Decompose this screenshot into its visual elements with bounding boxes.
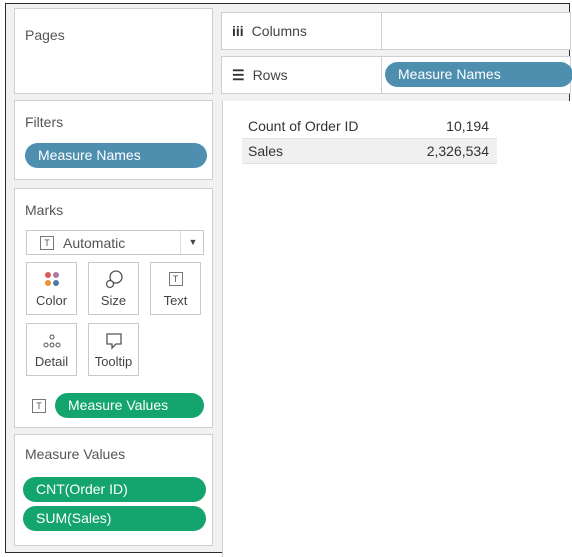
rows-label: Rows [252, 67, 288, 83]
measure-values-title: Measure Values [25, 446, 126, 462]
filter-pill-measure-names[interactable]: Measure Names [25, 143, 207, 168]
rows-shelf-label: ☰ Rows [232, 57, 288, 93]
mark-type-dropdown[interactable]: T Automatic ▼ [26, 230, 204, 255]
detail-icon [27, 330, 76, 352]
size-icon [89, 269, 138, 291]
detail-label: Detail [34, 354, 69, 369]
table-row: Sales 2,326,534 [242, 139, 497, 164]
text-encoding-icon: T [32, 399, 46, 413]
text-mark-icon: T [40, 236, 54, 250]
size-label: Size [100, 293, 127, 308]
columns-label: Columns [251, 23, 307, 39]
row-label: Count of Order ID [248, 118, 359, 134]
pages-card[interactable]: Pages [14, 8, 213, 94]
row-value: 10,194 [446, 118, 489, 134]
text-button[interactable]: T Text [150, 262, 201, 315]
tooltip-button[interactable]: Tooltip [88, 323, 139, 376]
tableau-workspace: Pages Filters Measure Names Marks T Auto… [5, 3, 572, 557]
marks-card: Marks T Automatic ▼ Color Size T Text De… [14, 188, 213, 428]
chevron-down-icon: ▼ [180, 231, 205, 254]
filters-card[interactable]: Filters Measure Names [14, 100, 213, 180]
filters-title: Filters [25, 114, 64, 130]
pages-title: Pages [25, 27, 65, 43]
color-button[interactable]: Color [26, 262, 77, 315]
color-icon [27, 269, 76, 291]
viz-area: Count of Order ID 10,194 Sales 2,326,534 [222, 101, 572, 557]
measure-pill-cnt-order-id[interactable]: CNT(Order ID) [23, 477, 206, 502]
measure-values-card: Measure Values CNT(Order ID) SUM(Sales) [14, 434, 213, 546]
rows-pill-measure-names[interactable]: Measure Names [385, 62, 572, 87]
marks-title: Marks [25, 202, 64, 218]
color-label: Color [35, 293, 68, 308]
row-value: 2,326,534 [426, 143, 489, 159]
columns-shelf[interactable]: iii Columns [221, 12, 571, 50]
rows-icon: ☰ [232, 66, 245, 83]
tooltip-icon [89, 330, 138, 352]
text-icon: T [151, 269, 200, 291]
mark-type-value: Automatic [63, 235, 126, 251]
tooltip-label: Tooltip [94, 354, 133, 369]
size-button[interactable]: Size [88, 262, 139, 315]
columns-drop-area[interactable] [381, 13, 572, 49]
rows-shelf[interactable]: ☰ Rows Measure Names [221, 56, 572, 94]
measure-pill-sum-sales[interactable]: SUM(Sales) [23, 506, 206, 531]
columns-icon: iii [232, 23, 244, 39]
columns-shelf-label: iii Columns [232, 13, 307, 49]
marks-pill-measure-values[interactable]: Measure Values [55, 393, 204, 418]
detail-button[interactable]: Detail [26, 323, 77, 376]
table-row: Count of Order ID 10,194 [242, 114, 497, 139]
text-label: Text [163, 293, 188, 308]
row-label: Sales [248, 143, 284, 159]
